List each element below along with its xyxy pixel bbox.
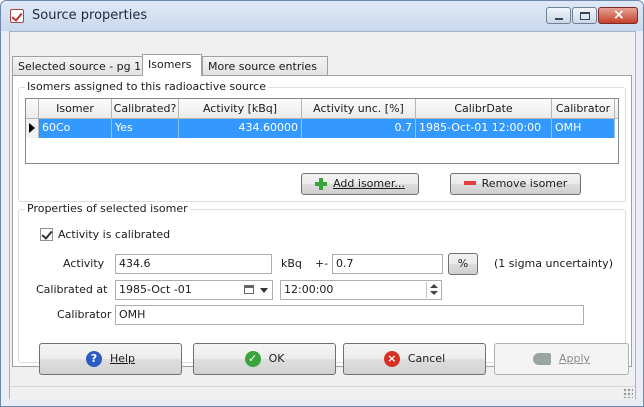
apply-icon (532, 353, 551, 365)
resize-grip-icon[interactable] (623, 388, 633, 398)
app-check-icon (10, 9, 24, 23)
remove-minus-icon (463, 181, 476, 185)
isomers-group-label: Isomers assigned to this radioactive sou… (25, 80, 268, 93)
row-header-corner (26, 99, 39, 119)
time-spinner[interactable] (426, 282, 440, 298)
calibration-date-value: 1985-Oct -01 (119, 283, 192, 296)
minimize-icon (555, 18, 563, 20)
column-header-calibrator[interactable]: Calibrator (552, 99, 615, 119)
apply-label: Apply (558, 352, 591, 365)
sigma-uncertainty-note: (1 sigma uncertainty) (494, 257, 613, 270)
tab-isomers[interactable]: Isomers (142, 54, 202, 76)
source-properties-window: Source properties × Selected source - pg… (0, 0, 644, 407)
activity-label: Activity (63, 257, 105, 270)
close-button[interactable]: × (598, 7, 638, 24)
remove-isomer-label: Remove isomer (481, 177, 568, 190)
maximize-button[interactable] (572, 7, 597, 24)
table-row[interactable]: 60Co Yes 434.60000 0.7 1985-Oct-01 12:00… (26, 119, 618, 138)
add-isomer-label: Add isomer... (333, 177, 405, 190)
minimize-button[interactable] (546, 7, 571, 24)
close-icon: × (613, 7, 625, 23)
isomers-grid[interactable]: Isomer Calibrated? Activity [kBq] Activi… (25, 98, 619, 164)
uncertainty-input[interactable]: 0.7 (332, 254, 443, 274)
column-header-calibr-date[interactable]: CalibrDate (416, 99, 552, 119)
spin-up-icon[interactable] (430, 284, 438, 288)
help-icon: ? (85, 351, 102, 367)
apply-button[interactable]: Apply (494, 343, 629, 375)
add-isomer-button[interactable]: Add isomer... (301, 173, 419, 195)
cancel-button[interactable]: × Cancel (343, 343, 486, 375)
check-icon: ✓ (244, 351, 261, 367)
ok-label: OK (268, 352, 285, 365)
plusminus-label: +- (315, 257, 329, 270)
properties-group-label: Properties of selected isomer (25, 202, 190, 215)
cell-activity-unc[interactable]: 0.7 (302, 119, 416, 138)
calibrated-at-label: Calibrated at (36, 283, 108, 296)
tab-more-source-entries[interactable]: More source entries (202, 56, 328, 75)
window-title: Source properties (32, 8, 148, 23)
calendar-icon[interactable] (244, 285, 254, 294)
activity-calibrated-label: Activity is calibrated (58, 228, 171, 241)
cell-calibrated[interactable]: Yes (112, 119, 179, 138)
cell-calibrator[interactable]: OMH (552, 119, 615, 138)
help-button[interactable]: ? Help (39, 343, 182, 375)
maximize-icon (580, 12, 590, 20)
percent-toggle-button[interactable]: % (448, 253, 478, 275)
cell-calibr-date[interactable]: 1985-Oct-01 12:00:00 (416, 119, 552, 138)
cell-isomer[interactable]: 60Co (39, 119, 112, 138)
grid-header: Isomer Calibrated? Activity [kBq] Activi… (26, 99, 618, 119)
calibration-time-value: 12:00:00 (284, 283, 334, 296)
isomers-group: Isomers assigned to this radioactive sou… (18, 80, 626, 202)
calibration-date-picker[interactable]: 1985-Oct -01 (115, 280, 273, 300)
calibration-time-input[interactable]: 12:00:00 (280, 280, 442, 300)
activity-unit-label: kBq (281, 257, 302, 270)
isomers-tab-panel: Isomers assigned to this radioactive sou… (12, 75, 632, 367)
remove-isomer-button[interactable]: Remove isomer (450, 173, 581, 195)
dialog-client-area: Selected source - pg 1 Isomers More sour… (9, 31, 636, 399)
calibrator-input[interactable]: OMH (115, 305, 584, 325)
column-header-calibrated[interactable]: Calibrated? (112, 99, 179, 119)
column-header-isomer[interactable]: Isomer (39, 99, 112, 119)
chevron-down-icon[interactable] (260, 288, 268, 293)
title-bar[interactable]: Source properties × (1, 1, 643, 31)
add-plus-icon (315, 178, 328, 190)
spin-down-icon[interactable] (430, 291, 438, 295)
help-label: Help (109, 352, 136, 365)
activity-calibrated-checkbox[interactable] (40, 228, 53, 241)
column-header-activity-unc[interactable]: Activity unc. [%] (302, 99, 416, 119)
cancel-label: Cancel (407, 352, 446, 365)
status-bar (10, 386, 635, 399)
properties-group: Properties of selected isomer Activity i… (18, 202, 626, 363)
cell-activity[interactable]: 434.60000 (179, 119, 302, 138)
cancel-x-icon: × (383, 351, 400, 367)
ok-button[interactable]: ✓ OK (193, 343, 336, 375)
tab-selected-source-pg1[interactable]: Selected source - pg 1 (12, 56, 143, 75)
calibrator-label: Calibrator (57, 308, 112, 321)
activity-input[interactable]: 434.6 (115, 254, 272, 274)
column-header-activity[interactable]: Activity [kBq] (179, 99, 302, 119)
